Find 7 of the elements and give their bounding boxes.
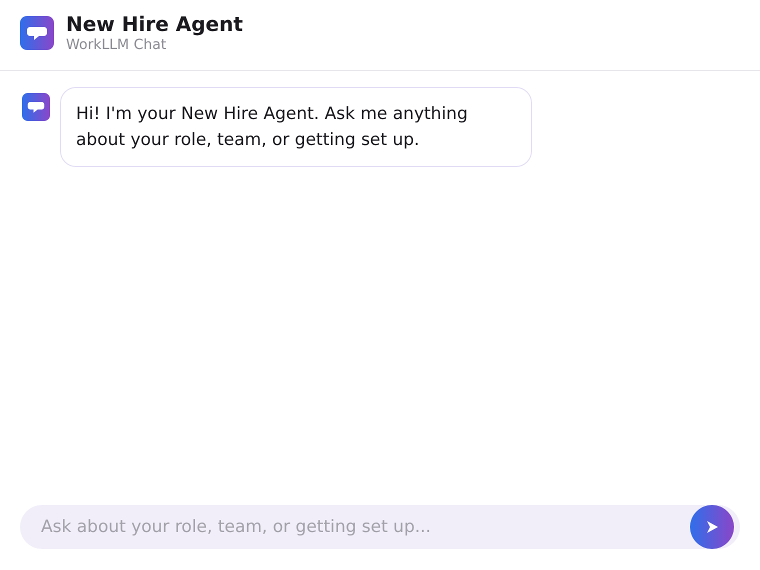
agent-avatar-icon: [22, 93, 50, 121]
message-bubble: Hi! I'm your New Hire Agent. Ask me anything about your role, team, or getting set up.: [60, 87, 532, 167]
send-icon: [705, 520, 719, 534]
app-subtitle: WorkLLM Chat: [66, 36, 168, 54]
message-input-field[interactable]: Ask about your role, team, or getting set up...: [20, 505, 740, 549]
agent-title: New Hire Agent: [66, 12, 243, 36]
chat-logo-icon: [20, 16, 54, 50]
